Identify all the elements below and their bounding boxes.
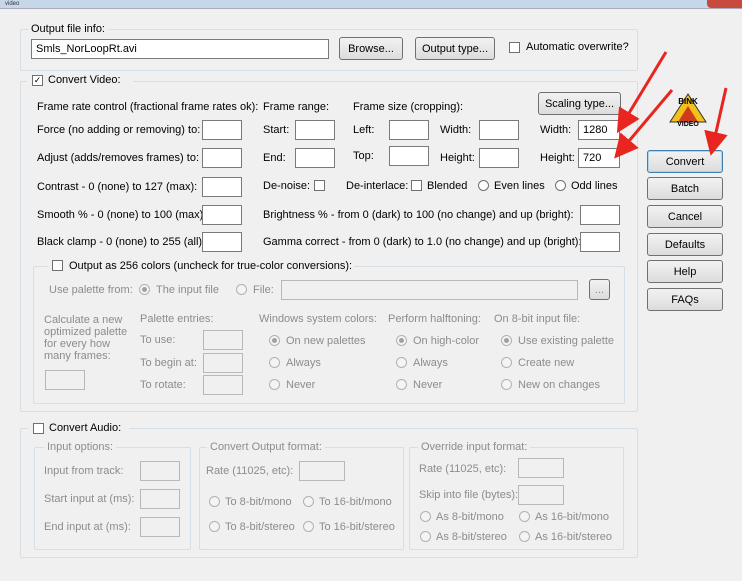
arrow-annotation-icon (614, 51, 728, 159)
